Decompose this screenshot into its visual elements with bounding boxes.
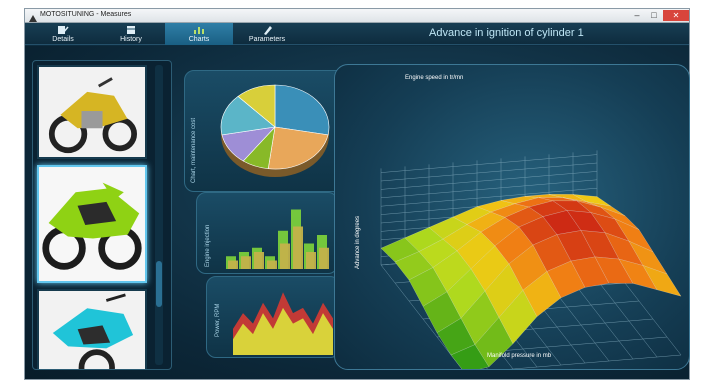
book-icon — [127, 26, 135, 34]
tab-parameters[interactable]: Parameters — [233, 23, 301, 45]
bar — [228, 260, 238, 269]
bar — [254, 252, 264, 269]
tab-label: History — [120, 36, 142, 43]
tab-label: Parameters — [248, 36, 286, 43]
maximize-button[interactable]: □ — [646, 10, 662, 21]
bar — [306, 252, 316, 269]
motorcycle-image — [39, 291, 145, 369]
bar-chart-svg — [226, 209, 329, 269]
engine-injection-bar-chart[interactable]: Engine injection — [196, 192, 338, 274]
app-logo-icon — [28, 11, 38, 22]
surface-chart-svg — [380, 150, 682, 369]
mini-chart-label: Chart, maintenance cost — [191, 117, 197, 183]
window-title: MOTOSITUNING - Measures — [40, 11, 132, 18]
close-button[interactable]: ✕ — [663, 10, 689, 21]
motorcycle-image — [39, 167, 145, 281]
area-chart-svg — [233, 292, 333, 355]
tab-history[interactable]: History — [97, 23, 165, 45]
minimize-button[interactable]: – — [629, 10, 645, 21]
bar — [267, 260, 277, 269]
motorcycle-gallery — [32, 60, 172, 370]
surface — [380, 194, 682, 369]
chart-title: Advance in ignition of cylinder 1 — [429, 27, 584, 39]
pencil-icon — [264, 26, 272, 35]
tab-bar: Details History Charts Parameters — [25, 23, 689, 45]
tab-label: Charts — [188, 36, 210, 43]
bar — [293, 226, 303, 269]
document-pen-icon — [58, 26, 69, 34]
scrollbar-thumb[interactable] — [156, 261, 162, 307]
tab-details[interactable]: Details — [29, 23, 97, 45]
tab-label: Details — [52, 36, 74, 43]
motorcycle-thumbnail-yellow[interactable] — [37, 65, 147, 159]
engine-speed-axis-label: Engine speed in tr/mn — [405, 75, 464, 81]
advance-axis-label: Advance in degrees — [355, 215, 361, 269]
manifold-pressure-axis-label: Manifold pressure in mb — [487, 353, 552, 359]
pie-chart-svg — [220, 84, 330, 177]
motorcycle-image — [39, 67, 145, 157]
power-rpm-area-chart[interactable]: Power, RPM — [206, 276, 340, 358]
bar-chart-icon — [194, 27, 204, 34]
title-bar: MOTOSITUNING - Measures – □ ✕ — [25, 9, 689, 23]
bar — [280, 243, 290, 269]
pie-slice — [274, 84, 330, 136]
gallery-scrollbar[interactable] — [155, 65, 163, 365]
mini-chart-label: Engine injection — [205, 224, 211, 267]
motorcycle-thumbnail-cyan[interactable] — [37, 289, 147, 369]
mini-chart-label: Power, RPM — [215, 303, 221, 337]
ignition-advance-surface-chart[interactable]: Engine speed in tr/mn Manifold pressure … — [334, 64, 690, 370]
motorcycle-thumbnail-green[interactable] — [37, 165, 147, 283]
tab-charts[interactable]: Charts — [165, 23, 233, 45]
pie-slice — [267, 126, 329, 170]
maintenance-cost-pie-chart[interactable]: Chart, maintenance cost — [184, 70, 346, 192]
bar — [319, 247, 329, 269]
bar — [241, 256, 251, 269]
